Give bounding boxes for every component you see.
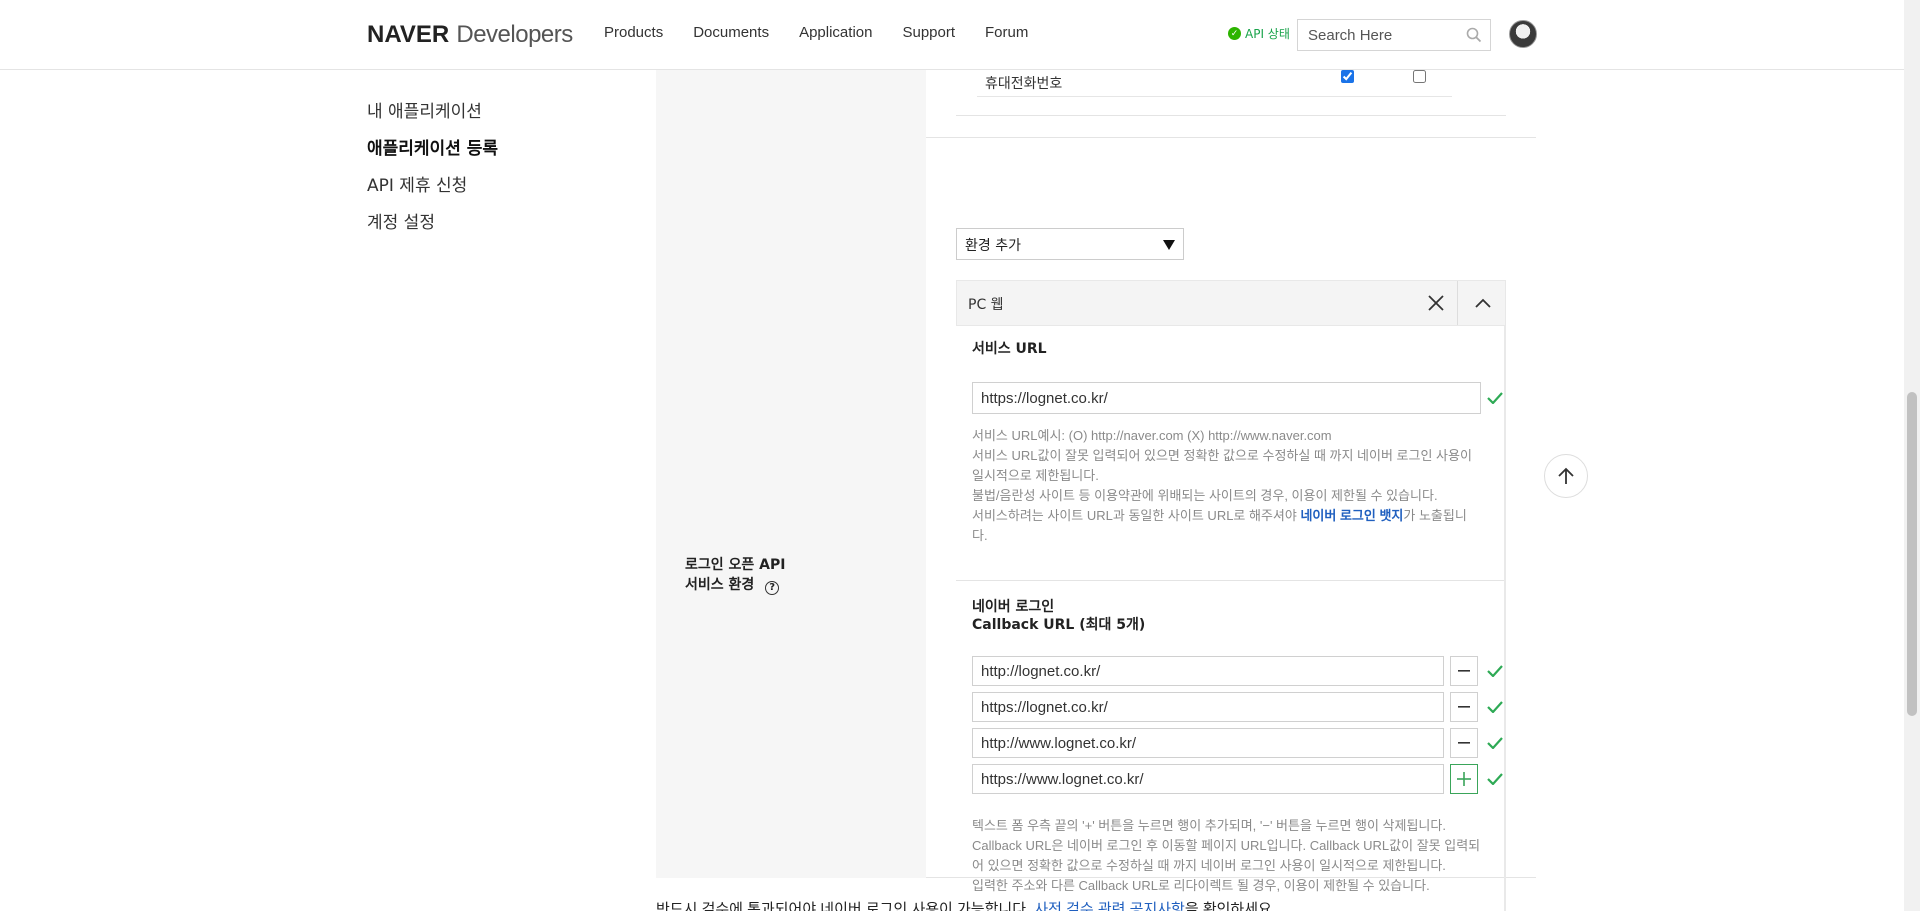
callback-url-input-1[interactable] [972,656,1444,686]
minus-icon [1458,706,1470,708]
minus-icon [1458,742,1470,744]
naver-login-badge-link[interactable]: 네이버 로그인 뱃지 [1300,508,1403,523]
panel-body: 서비스 URL 서비스 URL예시: (O) http://naver.com … [956,326,1506,911]
callback-url-input-3[interactable] [972,728,1444,758]
divider [956,115,1506,116]
check-icon [1487,773,1503,785]
nav-application[interactable]: Application [799,24,872,41]
plus-icon [1457,772,1471,786]
chevron-up-icon [1475,298,1491,308]
review-notice: 반드시 검수에 통과되어야 네이버 로그인 사용이 가능합니다. 사전 검수 관… [656,898,1276,911]
user-avatar[interactable] [1509,20,1537,48]
note-line: 서비스하려는 사이트 URL과 동일한 사이트 URL로 해주셔야 네이버 로그… [972,506,1482,546]
top-header: NAVER Developers Products Documents Appl… [0,0,1904,70]
callback-title-line2: Callback URL (최대 5개) [972,617,1146,633]
nav-support[interactable]: Support [902,24,955,41]
check-icon [1487,665,1503,677]
search-input[interactable] [1298,26,1458,44]
add-environment-value: 환경 추가 [965,238,1021,254]
nav-documents[interactable]: Documents [693,24,769,41]
row-label-column [656,70,926,138]
note-line: 서비스 URL예시: (O) http://naver.com (X) http… [972,428,1332,443]
add-row-button[interactable] [1450,764,1478,794]
sidebar-item-register-app[interactable]: 애플리케이션 등록 [367,137,498,174]
service-env-label-line1: 로그인 오픈 API [685,557,786,573]
search-icon[interactable] [1466,27,1482,47]
scope-item-label: 휴대전화번호 [985,76,1063,92]
page: NAVER Developers Products Documents Appl… [0,0,1920,911]
remove-row-button[interactable] [1450,656,1478,686]
callback-url-title: 네이버 로그인 Callback URL (최대 5개) [972,598,1145,634]
logo-brand: NAVER [367,21,450,48]
check-icon [1487,737,1503,749]
service-env-row: 로그인 오픈 API 서비스 환경 ? 환경 추가 PC 웹 서비스 URL h… [656,138,1536,911]
scrollbar-thumb[interactable] [1907,392,1917,716]
scope-item-row: 휴대전화번호 [977,70,1452,97]
scope-table-row: 휴대전화번호 [656,70,1536,138]
sidebar-item-account-settings[interactable]: 계정 설정 [367,211,498,248]
note-text: 서비스하려는 사이트 URL과 동일한 사이트 URL로 해주셔야 [972,508,1301,523]
dropdown-arrow-icon [1163,240,1175,250]
sidebar-item-api-partnership[interactable]: API 제휴 신청 [367,174,498,211]
service-url-input[interactable] [972,382,1481,414]
help-icon[interactable]: ? [765,581,780,595]
check-circle-icon: ✓ [1228,27,1241,40]
callback-url-notes: 텍스트 폼 우측 끝의 '+' 버튼을 누르면 행이 추가되며, '−' 버튼을… [972,816,1482,896]
add-environment-select[interactable]: 환경 추가 [956,228,1184,260]
review-notice-text: 반드시 검수에 통과되어야 네이버 로그인 사용이 가능합니다. [656,901,1035,911]
nav-products[interactable]: Products [604,24,663,41]
minus-icon [1458,670,1470,672]
service-env-label-line2: 서비스 환경 [685,577,755,593]
logo-product: Developers [456,21,573,48]
panel-title: PC 웹 [968,297,1004,313]
nav-forum[interactable]: Forum [985,24,1028,41]
arrow-up-icon [1558,467,1574,484]
scroll-to-top-button[interactable] [1544,454,1588,498]
service-url-title: 서비스 URL [972,341,1047,357]
close-icon [1427,295,1444,311]
row-label-column [656,138,926,878]
page-scrollbar[interactable] [1904,0,1920,911]
search-box [1297,19,1491,51]
api-status-link[interactable]: ✓ API 상태 [1228,25,1290,42]
collapse-panel-button[interactable] [1461,281,1505,325]
service-url-notes: 서비스 URL예시: (O) http://naver.com (X) http… [972,426,1482,546]
note-line: Callback URL은 네이버 로그인 후 이동할 페이지 URL입니다. … [972,838,1481,873]
note-line: 텍스트 폼 우측 끝의 '+' 버튼을 누르면 행이 추가되며, '−' 버튼을… [972,818,1446,833]
check-icon [1487,392,1503,404]
callback-url-input-4[interactable] [972,764,1444,794]
required-checkbox[interactable] [1341,70,1354,83]
sidebar-nav: 내 애플리케이션 애플리케이션 등록 API 제휴 신청 계정 설정 [367,100,498,248]
remove-environment-button[interactable] [1414,281,1458,325]
service-env-label-line2-wrap: 서비스 환경 ? [685,575,785,595]
optional-checkbox[interactable] [1413,70,1426,83]
naver-developers-logo[interactable]: NAVER Developers [367,20,573,49]
main-content: 휴대전화번호 로그인 오픈 API 서비스 환경 ? 환경 추가 PC 웹 서비… [656,70,1536,911]
check-icon [1487,701,1503,713]
note-line: 서비스 URL값이 잘못 입력되어 있으면 정확한 값으로 수정하실 때 까지 … [972,448,1472,483]
callback-url-input-2[interactable] [972,692,1444,722]
remove-row-button[interactable] [1450,728,1478,758]
review-notice-link[interactable]: 사전 검수 관련 공지사항 [1034,901,1185,911]
note-line: 입력한 주소와 다른 Callback URL로 리다이렉트 될 경우, 이용이… [972,878,1430,893]
pc-web-panel: PC 웹 서비스 URL 서비스 URL예시: (O) http://naver… [956,280,1506,911]
remove-row-button[interactable] [1450,692,1478,722]
service-env-label: 로그인 오픈 API 서비스 환경 ? [685,555,785,595]
api-status-label: API 상태 [1245,27,1290,41]
section-divider [956,580,1504,581]
panel-header: PC 웹 [956,280,1506,326]
note-line: 불법/음란성 사이트 등 이용약관에 위배되는 사이트의 경우, 이용이 제한될… [972,488,1438,503]
sidebar-item-my-apps[interactable]: 내 애플리케이션 [367,100,498,137]
callback-title-line1: 네이버 로그인 [972,599,1055,615]
review-notice-text: 을 확인하세요. [1184,901,1276,911]
main-nav: Products Documents Application Support F… [604,24,1028,41]
